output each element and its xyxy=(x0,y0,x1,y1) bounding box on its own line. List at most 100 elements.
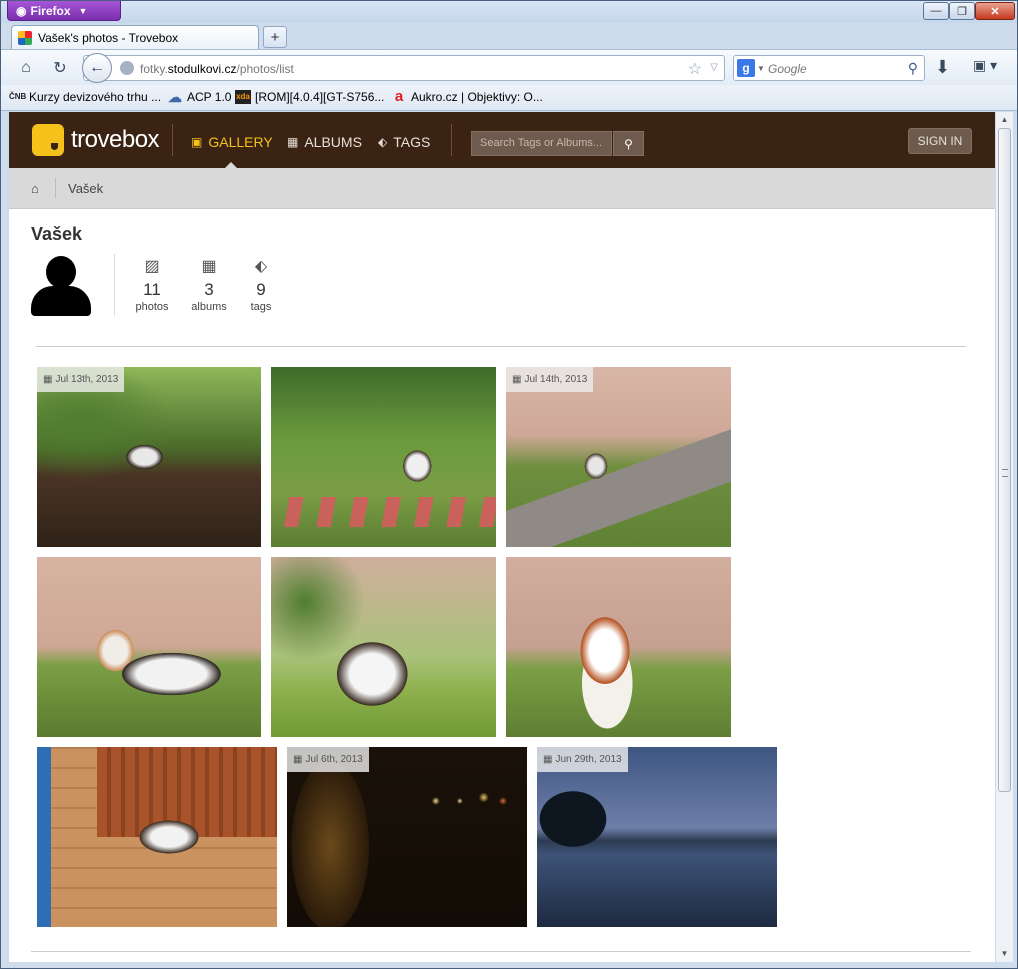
trovebox-logo-icon[interactable] xyxy=(32,124,64,156)
bookmarks-icon: ▣ ▾ xyxy=(973,57,998,73)
photo-thumbnail-lake-dusk[interactable]: ▦ Jun 29th, 2013 xyxy=(537,747,777,927)
profile-name: Vašek xyxy=(31,224,83,244)
bookmarks-toolbar: ČNB Kurzy devizového trhu ... ☁ ACP 1.0 … xyxy=(1,85,1017,111)
google-engine-icon[interactable]: g xyxy=(737,59,755,77)
close-window-button[interactable]: ✕ xyxy=(975,2,1015,20)
avatar xyxy=(31,256,91,316)
stat-albums[interactable]: ▦ 3 albums xyxy=(184,256,234,313)
site-search-button[interactable]: ⚲ xyxy=(613,131,644,156)
image-icon: ▣ xyxy=(191,135,203,149)
nav-gallery[interactable]: ▣ GALLERY xyxy=(191,134,273,150)
divider xyxy=(172,124,173,156)
date-tag: ▦ Jul 14th, 2013 xyxy=(506,367,594,392)
stat-photos[interactable]: ▨ 11 photos xyxy=(127,256,177,313)
bookmark-item[interactable]: a Aukro.cz | Objektivy: O... xyxy=(391,88,543,105)
title-bar: ◉ Firefox ▼ — ❐ ✕ xyxy=(1,1,1017,23)
photo-thumbnail-kitten-mulch[interactable]: ▦ Jul 13th, 2013 xyxy=(37,367,261,547)
bookmark-label: ACP 1.0 xyxy=(187,90,232,104)
calendar-icon: ▦ xyxy=(43,374,53,385)
browser-window: ◉ Firefox ▼ — ❐ ✕ Vašek's photos - Trove… xyxy=(0,0,1018,969)
home-button[interactable]: ⌂ xyxy=(13,56,39,80)
cloud-icon: ☁ xyxy=(168,89,182,105)
cnb-icon: ČNB xyxy=(9,92,27,101)
site-identity-icon[interactable] xyxy=(120,61,134,75)
home-icon: ⌂ xyxy=(21,59,31,76)
search-icon: ⚲ xyxy=(624,136,633,151)
photo-date: Jul 13th, 2013 xyxy=(55,374,119,385)
stat-tags[interactable]: ⬖ 9 tags xyxy=(236,256,286,313)
tag-icon: ⬖ xyxy=(254,258,268,275)
scroll-up-button[interactable]: ▲ xyxy=(996,112,1013,128)
site-search-input[interactable]: Search Tags or Albums... xyxy=(471,131,612,156)
photo-thumbnail-kitten-lying[interactable] xyxy=(37,557,261,737)
chevron-down-icon[interactable]: ▼ xyxy=(757,64,765,73)
bookmark-item[interactable]: xda [ROM][4.0.4][GT-S756... xyxy=(235,90,384,104)
browser-search-input[interactable]: g ▼ Google ⚲ xyxy=(733,55,925,81)
back-arrow-icon: ← xyxy=(89,59,105,76)
calendar-icon: ▦ xyxy=(293,754,303,765)
calendar-icon: ▦ xyxy=(512,374,522,385)
bookmarks-menu-button[interactable]: ▣ ▾ xyxy=(973,57,997,74)
site-brand[interactable]: trovebox xyxy=(71,126,160,154)
magnifier-icon[interactable]: ⚲ xyxy=(908,60,918,77)
reload-button[interactable]: ↻ xyxy=(47,56,73,80)
photo-thumbnail-kitten-paving[interactable] xyxy=(37,747,277,927)
photo-thumbnail-spaniel[interactable] xyxy=(506,557,731,737)
stat-tags-label: tags xyxy=(250,301,272,313)
browser-tab-active[interactable]: Vašek's photos - Trovebox xyxy=(11,25,259,50)
bookmark-item[interactable]: ☁ ACP 1.0 xyxy=(167,90,231,104)
url-domain: stodulkovi.cz xyxy=(167,62,237,76)
new-tab-button[interactable]: + xyxy=(263,26,287,48)
divider xyxy=(114,254,115,316)
bookmark-star-icon[interactable]: ☆ xyxy=(688,59,702,79)
image-icon: ▨ xyxy=(144,258,160,275)
photo-thumbnail-kitten-garden[interactable] xyxy=(271,367,496,547)
page-viewport: trovebox ▣ GALLERY ▦ ALBUMS ⬖ TAGS Searc… xyxy=(9,112,995,962)
bookmark-item[interactable]: ČNB Kurzy devizového trhu ... xyxy=(9,90,161,104)
avatar-body xyxy=(31,286,91,316)
nav-albums[interactable]: ▦ ALBUMS xyxy=(287,134,362,150)
scrollbar-thumb[interactable] xyxy=(998,128,1011,792)
download-arrow-icon: ⬇ xyxy=(935,57,951,77)
search-placeholder: Google xyxy=(768,62,807,76)
scroll-down-button[interactable]: ▼ xyxy=(996,946,1013,962)
stat-photos-count: 11 xyxy=(143,280,161,299)
home-icon[interactable]: ⌂ xyxy=(31,181,39,196)
calendar-icon: ▦ xyxy=(543,754,553,765)
tab-strip: Vašek's photos - Trovebox + xyxy=(1,23,1017,50)
stat-tags-count: 9 xyxy=(256,280,266,299)
tag-icon: ⬖ xyxy=(378,135,388,149)
downloads-button[interactable]: ⬇ xyxy=(935,57,950,78)
vertical-scrollbar[interactable]: ▲ ▼ xyxy=(995,112,1013,962)
sign-in-button[interactable]: SIGN IN xyxy=(908,128,972,154)
bookmark-label: Aukro.cz | Objektivy: O... xyxy=(411,90,543,104)
bookmark-label: [ROM][4.0.4][GT-S756... xyxy=(255,90,385,104)
aukro-icon: a xyxy=(394,88,404,105)
breadcrumb-user[interactable]: Vašek xyxy=(68,181,103,196)
photo-thumbnail-kitten-standing[interactable] xyxy=(271,557,496,737)
stat-albums-label: albums xyxy=(191,301,227,313)
photo-thumbnail-glass-night[interactable]: ▦ Jul 6th, 2013 xyxy=(287,747,527,927)
stat-albums-count: 3 xyxy=(204,280,214,299)
firefox-mask-icon: ◉ xyxy=(16,3,27,18)
date-tag: ▦ Jul 6th, 2013 xyxy=(287,747,369,772)
site-header: trovebox ▣ GALLERY ▦ ALBUMS ⬖ TAGS Searc… xyxy=(9,112,995,168)
nav-tags[interactable]: ⬖ TAGS xyxy=(378,134,430,150)
stat-photos-label: photos xyxy=(135,301,169,313)
url-bar[interactable]: ← fotky.stodulkovi.cz/photos/list ☆ ▽ xyxy=(82,53,725,83)
url-history-dropdown-icon[interactable]: ▽ xyxy=(710,62,718,73)
divider xyxy=(55,178,56,198)
grid-icon: ▦ xyxy=(287,135,299,149)
photo-thumbnail-kitten-lawn[interactable]: ▦ Jul 14th, 2013 xyxy=(506,367,731,547)
divider xyxy=(31,951,971,952)
back-button[interactable]: ← xyxy=(82,53,112,83)
firefox-menu-button[interactable]: ◉ Firefox ▼ xyxy=(7,1,121,21)
divider xyxy=(36,346,966,347)
url-text[interactable]: fotky.stodulkovi.cz/photos/list xyxy=(140,62,294,76)
maximize-button[interactable]: ❐ xyxy=(949,2,975,20)
minimize-button[interactable]: — xyxy=(923,2,949,20)
tab-title: Vašek's photos - Trovebox xyxy=(38,31,179,45)
grid-icon: ▦ xyxy=(201,258,217,275)
avatar-head xyxy=(46,256,76,288)
xda-icon: xda xyxy=(235,90,251,104)
